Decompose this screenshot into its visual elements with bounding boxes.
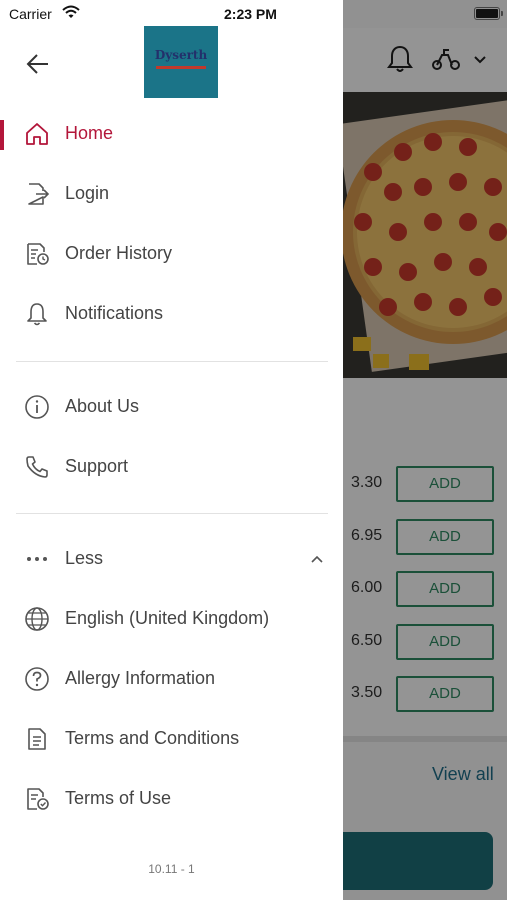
document-icon bbox=[28, 728, 46, 750]
globe-icon bbox=[25, 607, 49, 631]
order-history-icon bbox=[27, 243, 49, 265]
phone-icon bbox=[26, 456, 48, 478]
menu-item-label: Allergy Information bbox=[65, 668, 216, 688]
login-icon bbox=[28, 183, 50, 205]
chevron-up-icon bbox=[311, 555, 323, 563]
menu-item-terms-of-use[interactable]: Terms of Use bbox=[0, 772, 343, 828]
menu-item-about-us[interactable]: About Us bbox=[0, 380, 343, 436]
home-icon bbox=[26, 123, 48, 145]
app-version: 10.11 - 1 bbox=[148, 862, 195, 876]
carrier-label: Carrier bbox=[9, 6, 52, 22]
menu-item-label: Order History bbox=[65, 243, 173, 263]
menu-item-label: English (United Kingdom) bbox=[65, 608, 270, 628]
document-check-icon bbox=[27, 788, 49, 810]
menu-item-terms-and-conditions[interactable]: Terms and Conditions bbox=[0, 712, 343, 768]
menu-item-allergy-information[interactable]: Allergy Information bbox=[0, 652, 343, 708]
active-indicator bbox=[0, 120, 4, 150]
menu-item-label: About Us bbox=[65, 396, 140, 416]
status-bar: Carrier 2:23 PM bbox=[0, 0, 507, 28]
logo-underline bbox=[156, 66, 206, 69]
menu-item-home[interactable]: Home bbox=[0, 107, 343, 163]
restaurant-logo: Dyserth bbox=[144, 26, 218, 98]
question-icon bbox=[25, 667, 49, 691]
menu-item-order-history[interactable]: Order History bbox=[0, 227, 343, 283]
clock: 2:23 PM bbox=[224, 6, 277, 22]
menu-divider bbox=[16, 361, 328, 362]
menu-toggle-less[interactable]: Less bbox=[0, 532, 343, 588]
menu-item-label: Less bbox=[65, 548, 104, 568]
navigation-drawer: Dyserth Home Login Order History Notific bbox=[0, 0, 343, 900]
back-arrow-icon[interactable] bbox=[24, 50, 52, 78]
menu-item-label: Support bbox=[65, 456, 129, 476]
menu-divider bbox=[16, 513, 328, 514]
more-dots-icon bbox=[27, 557, 47, 561]
info-icon bbox=[25, 395, 49, 419]
wifi-icon bbox=[62, 5, 80, 18]
logo-text: Dyserth bbox=[154, 48, 208, 62]
battery-icon bbox=[474, 7, 503, 20]
menu-item-language[interactable]: English (United Kingdom) bbox=[0, 592, 343, 648]
menu-item-label: Terms and Conditions bbox=[65, 728, 240, 748]
menu-item-support[interactable]: Support bbox=[0, 440, 343, 496]
menu-item-label: Login bbox=[65, 183, 110, 203]
menu-item-label: Terms of Use bbox=[65, 788, 172, 808]
menu-item-label: Notifications bbox=[65, 303, 164, 323]
menu-item-notifications[interactable]: Notifications bbox=[0, 287, 343, 343]
menu-item-login[interactable]: Login bbox=[0, 167, 343, 223]
menu-item-label: Home bbox=[65, 123, 114, 143]
bell-icon bbox=[27, 303, 47, 326]
